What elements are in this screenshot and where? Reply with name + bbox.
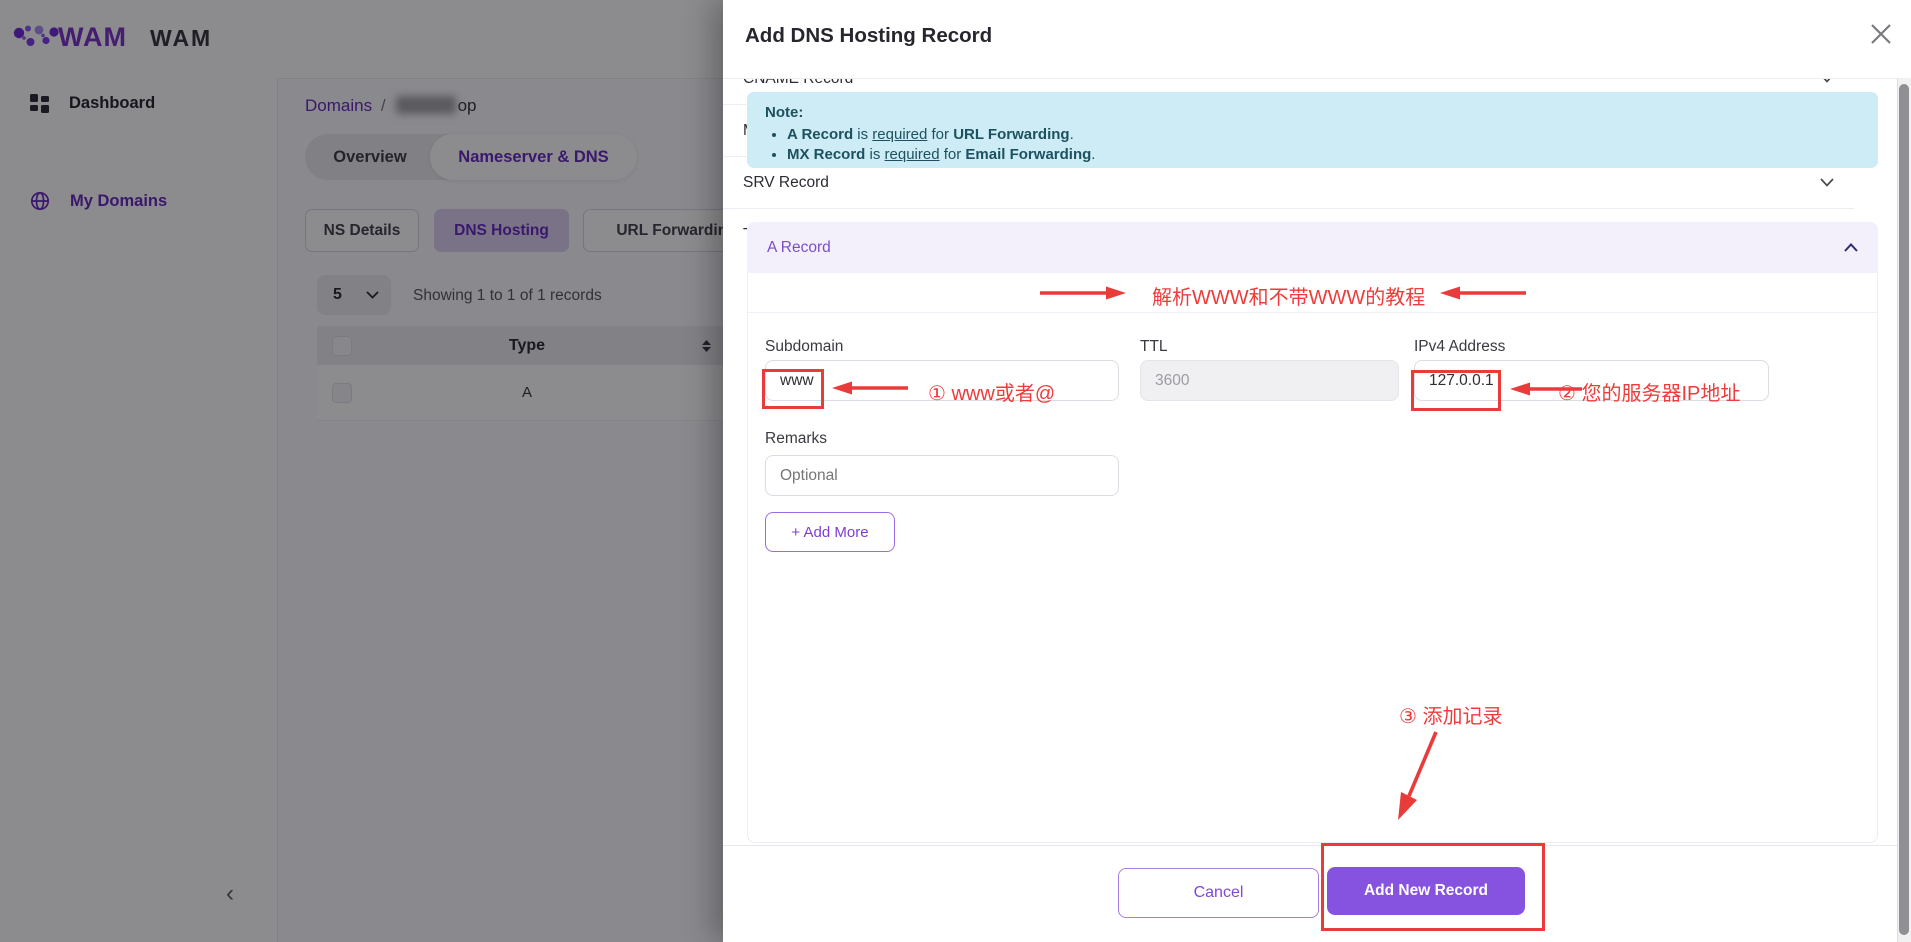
note-item: MX Record is required for Email Forwardi… — [787, 145, 1860, 165]
annotation-arrow-left-icon — [830, 380, 910, 396]
annotation-arrow-right-icon — [1038, 285, 1128, 301]
modal-scrollbar-thumb[interactable] — [1899, 84, 1909, 935]
annotation-box-submit — [1321, 843, 1545, 931]
remarks-label: Remarks — [765, 430, 827, 448]
modal-title: Add DNS Hosting Record — [745, 24, 992, 48]
annotation-arrow-left-icon — [1438, 285, 1528, 301]
add-more-button[interactable]: + Add More — [765, 512, 895, 552]
note-item: A Record is required for URL Forwarding. — [787, 125, 1860, 145]
section-divider — [748, 312, 1877, 313]
note-list: A Record is required for URL Forwarding.… — [765, 125, 1860, 165]
close-icon[interactable] — [1869, 22, 1895, 48]
remarks-input[interactable] — [765, 455, 1119, 496]
ipv4-label: IPv4 Address — [1414, 338, 1505, 356]
annotation-arrow-diagonal-icon — [1386, 728, 1448, 824]
annotation-tutorial-text: 解析WWW和不带WWW的教程 — [1152, 281, 1425, 310]
annotation-step1-text: ① www或者@ — [928, 377, 1055, 406]
ttl-label: TTL — [1140, 338, 1168, 356]
add-dns-record-modal: Add DNS Hosting Record Note: A Record is… — [723, 0, 1911, 942]
annotation-box-subdomain — [762, 369, 824, 409]
accordion-group — [747, 222, 1878, 843]
annotation-step2-text: ② 您的服务器IP地址 — [1558, 377, 1740, 406]
chevron-up-icon — [1844, 243, 1858, 252]
annotation-box-ipv4 — [1411, 370, 1501, 411]
subdomain-label: Subdomain — [765, 338, 843, 356]
cancel-button[interactable]: Cancel — [1118, 868, 1319, 918]
annotation-step3-text: ③ 添加记录 — [1399, 700, 1503, 729]
ttl-input[interactable] — [1140, 360, 1399, 401]
screen: WAM WAM Dashboard My Domains ‹ Domains /… — [0, 0, 1911, 942]
note-label: Note: — [765, 103, 1860, 123]
chevron-down-icon — [1820, 178, 1834, 187]
accordion-title: A Record — [767, 239, 831, 257]
note-box: Note: A Record is required for URL Forwa… — [747, 92, 1878, 168]
accordion-header-a-record[interactable]: A Record — [747, 222, 1878, 273]
